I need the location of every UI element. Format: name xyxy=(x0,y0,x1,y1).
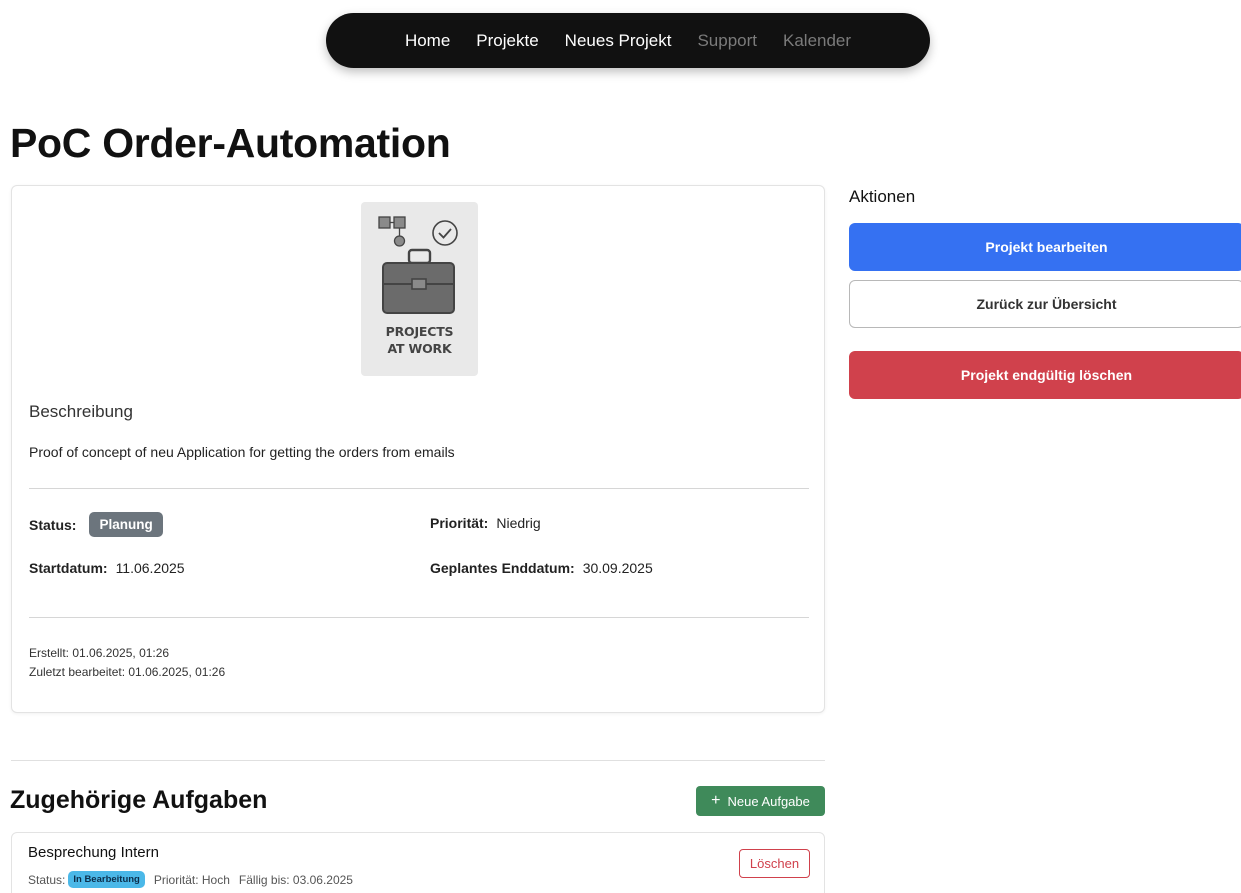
start-date-label: Startdatum: xyxy=(29,560,108,576)
delete-project-button[interactable]: Projekt endgültig löschen xyxy=(849,351,1241,399)
new-task-label: Neue Aufgabe xyxy=(727,793,810,809)
plus-icon: + xyxy=(711,792,721,809)
start-date-field: Startdatum: 11.06.2025 xyxy=(29,560,185,576)
divider xyxy=(29,617,809,618)
priority-value: Niedrig xyxy=(496,515,541,531)
logo-text-line2: AT WORK xyxy=(387,341,452,356)
priority-label: Priorität: xyxy=(430,515,489,531)
status-field: Status: Planung xyxy=(29,512,163,537)
tasks-heading: Zugehörige Aufgaben xyxy=(10,786,268,814)
task-status-label: Status: xyxy=(28,872,66,887)
created-timestamp: Erstellt: 01.06.2025, 01:26 xyxy=(29,646,170,660)
top-nav: Home Projekte Neues Projekt Support Kale… xyxy=(326,13,930,68)
delete-task-button[interactable]: Löschen xyxy=(739,849,810,878)
end-date-value: 30.09.2025 xyxy=(582,560,653,576)
back-to-overview-button[interactable]: Zurück zur Übersicht xyxy=(849,280,1241,328)
logo-text-line1: PROJECTS xyxy=(385,324,454,339)
project-card: PROJECTS AT WORK Beschreibung Proof of c… xyxy=(11,185,825,713)
description-heading: Beschreibung xyxy=(29,402,133,421)
status-label: Status: xyxy=(29,516,77,533)
nav-home[interactable]: Home xyxy=(392,31,463,51)
status-badge: Planung xyxy=(89,512,163,537)
actions-heading: Aktionen xyxy=(849,187,916,206)
nav-support[interactable]: Support xyxy=(684,31,770,51)
updated-timestamp: Zuletzt bearbeitet: 01.06.2025, 01:26 xyxy=(29,665,226,679)
nav-neues-projekt[interactable]: Neues Projekt xyxy=(552,31,685,51)
project-logo: PROJECTS AT WORK xyxy=(361,202,478,376)
end-date-label: Geplantes Enddatum: xyxy=(430,560,575,576)
task-priority: Priorität: Hoch xyxy=(153,872,230,887)
nav-projekte[interactable]: Projekte xyxy=(463,31,551,51)
divider xyxy=(29,488,809,489)
edit-project-button[interactable]: Projekt bearbeiten xyxy=(849,223,1241,271)
task-meta: Status: In Bearbeitung Priorität: Hoch F… xyxy=(28,871,353,888)
task-title[interactable]: Besprechung Intern xyxy=(28,844,159,861)
task-item: Besprechung Intern Status: In Bearbeitun… xyxy=(11,832,825,893)
page-title: PoC Order-Automation xyxy=(10,120,451,166)
start-date-value: 11.06.2025 xyxy=(115,560,185,576)
priority-field: Priorität: Niedrig xyxy=(430,515,541,531)
section-divider xyxy=(11,760,825,761)
task-due-date: Fällig bis: 03.06.2025 xyxy=(238,872,353,887)
end-date-field: Geplantes Enddatum: 30.09.2025 xyxy=(430,560,653,576)
nav-kalender[interactable]: Kalender xyxy=(770,31,864,51)
task-status-badge: In Bearbeitung xyxy=(68,871,145,888)
description-text: Proof of concept of neu Application for … xyxy=(29,444,455,460)
new-task-button[interactable]: + Neue Aufgabe xyxy=(696,786,825,816)
